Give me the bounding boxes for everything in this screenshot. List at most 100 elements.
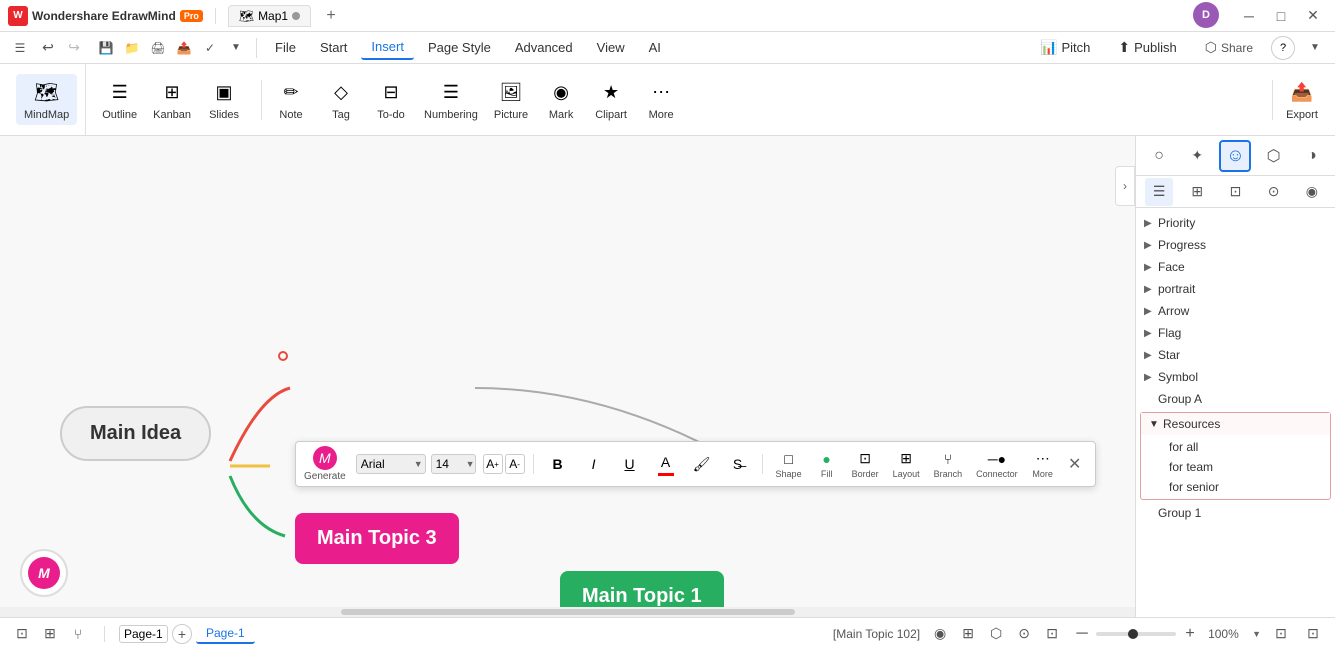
symbol-item[interactable]: ▶ Symbol xyxy=(1136,366,1335,388)
strikethrough-button[interactable]: S̶ xyxy=(722,453,754,475)
help-button[interactable]: ? xyxy=(1271,36,1295,60)
resource-for-team[interactable]: for team xyxy=(1161,457,1330,477)
shape-button[interactable]: □ Shape xyxy=(771,448,807,481)
close-toolbar-button[interactable]: ✕ xyxy=(1063,452,1087,476)
fit-icon-5[interactable]: ⊡ xyxy=(1040,622,1064,646)
menu-file[interactable]: File xyxy=(265,36,306,59)
face-item[interactable]: ▶ Face xyxy=(1136,256,1335,278)
sub-icon-circle[interactable]: ⊙ xyxy=(1260,178,1288,206)
new-tab-button[interactable]: + xyxy=(319,4,343,28)
zoom-slider-thumb[interactable] xyxy=(1128,629,1138,639)
add-page-button[interactable]: + xyxy=(172,624,192,644)
arrow-item[interactable]: ▶ Arrow xyxy=(1136,300,1335,322)
maximize-button[interactable]: □ xyxy=(1267,2,1295,30)
clipart-tool[interactable]: ★ Clipart xyxy=(586,74,636,125)
highlight-button[interactable]: 🖌 xyxy=(686,453,718,475)
more-tt-button[interactable]: ⋯ More xyxy=(1027,448,1059,481)
undo-button[interactable]: ↩ xyxy=(36,36,60,60)
export-small-button[interactable]: 📤 xyxy=(172,36,196,60)
border-button[interactable]: ⊡ Border xyxy=(847,448,884,481)
generate-button[interactable]: M Generate xyxy=(304,446,346,482)
user-avatar[interactable]: D xyxy=(1193,2,1219,28)
connector-button[interactable]: ─● Connector xyxy=(971,448,1023,481)
outline-tool[interactable]: ☰ Outline xyxy=(94,74,145,125)
star-item[interactable]: ▶ Star xyxy=(1136,344,1335,366)
page-tab-1[interactable]: Page-1 xyxy=(196,624,255,644)
mark-tool[interactable]: ◉ Mark xyxy=(536,74,586,125)
sub-icon-list[interactable]: ☰ xyxy=(1145,178,1173,206)
minimize-button[interactable]: ─ xyxy=(1235,2,1263,30)
font-color-button[interactable]: A xyxy=(650,451,682,478)
page-selector[interactable]: Page-1 xyxy=(119,625,168,643)
print-button[interactable]: 🖨 xyxy=(146,36,170,60)
collapse-panel-button[interactable]: › xyxy=(1115,166,1135,206)
menu-ai[interactable]: AI xyxy=(639,36,671,59)
more-menu-button[interactable]: ▼ xyxy=(1303,36,1327,60)
sub-icon-grid[interactable]: ⊞ xyxy=(1183,178,1211,206)
fit-icon-3[interactable]: ⬡ xyxy=(984,622,1008,646)
priority-item[interactable]: ▶ Priority xyxy=(1136,212,1335,234)
scrollbar-thumb[interactable] xyxy=(341,609,795,615)
down-arrow-button[interactable]: ▼ xyxy=(224,36,248,60)
branch-button[interactable]: ⑂ Branch xyxy=(929,448,968,481)
numbering-tool[interactable]: ☰ Numbering xyxy=(416,74,486,125)
map-tab[interactable]: 🗺 Map1 xyxy=(228,5,311,27)
redo-button[interactable]: ↪ xyxy=(62,36,86,60)
status-icon-3[interactable]: ⑂ xyxy=(66,622,90,646)
resource-for-all[interactable]: for all xyxy=(1161,437,1330,457)
sidebar-toggle[interactable]: ☰ xyxy=(8,36,32,60)
slides-tool[interactable]: ▣ Slides xyxy=(199,74,249,125)
sub-icon-eye[interactable]: ◉ xyxy=(1298,178,1326,206)
menu-advanced[interactable]: Advanced xyxy=(505,36,583,59)
fullscreen-button[interactable]: ⊡ xyxy=(1301,622,1325,646)
fit-icon-2[interactable]: ⊞ xyxy=(956,622,980,646)
flag-item[interactable]: ▶ Flag xyxy=(1136,322,1335,344)
menu-page-style[interactable]: Page Style xyxy=(418,36,501,59)
fit-icon-1[interactable]: ◉ xyxy=(928,622,952,646)
kanban-tool[interactable]: ⊞ Kanban xyxy=(145,74,199,125)
main-topic-3-node[interactable]: Main Topic 3 xyxy=(295,513,459,564)
pitch-button[interactable]: 📊 Pitch xyxy=(1030,35,1100,60)
increase-font-button[interactable]: A+ xyxy=(483,454,503,474)
main-idea-node[interactable]: Main Idea xyxy=(60,406,211,461)
menu-start[interactable]: Start xyxy=(310,36,357,59)
floating-logo[interactable]: M xyxy=(20,549,68,597)
check-button[interactable]: ✓ xyxy=(198,36,222,60)
more-tool[interactable]: ⋯ More xyxy=(636,74,686,125)
share-button[interactable]: ⬡ Share xyxy=(1195,35,1263,60)
status-icon-1[interactable]: ⊡ xyxy=(10,622,34,646)
resource-for-senior[interactable]: for senior xyxy=(1161,477,1330,497)
status-icon-2[interactable]: ⊞ xyxy=(38,622,62,646)
progress-item[interactable]: ▶ Progress xyxy=(1136,234,1335,256)
todo-tool[interactable]: ⊟ To-do xyxy=(366,74,416,125)
decrease-font-button[interactable]: A- xyxy=(505,454,525,474)
panel-icon-themes[interactable]: ⬡ xyxy=(1258,140,1290,172)
fill-button[interactable]: ● Fill xyxy=(811,448,843,481)
canvas[interactable]: Main Idea Main Topic 1 Main Topic 3 Conn… xyxy=(0,136,1135,617)
fit-icon-4[interactable]: ⊙ xyxy=(1012,622,1036,646)
panel-icon-ai[interactable]: ✦ xyxy=(1181,140,1213,172)
fit-to-window-button[interactable]: ⊡ xyxy=(1269,622,1293,646)
mindmap-tool[interactable]: 🗺 MindMap xyxy=(16,74,77,125)
horizontal-scrollbar[interactable] xyxy=(0,607,1135,617)
open-button[interactable]: 📁 xyxy=(120,36,144,60)
bold-button[interactable]: B xyxy=(542,453,574,475)
sub-icon-border[interactable]: ⊡ xyxy=(1221,178,1249,206)
export-tool[interactable]: 📤 Export xyxy=(1277,74,1327,125)
save-button[interactable]: 💾 xyxy=(94,36,118,60)
note-tool[interactable]: ✏ Note xyxy=(266,74,316,125)
italic-button[interactable]: I xyxy=(578,453,610,475)
layout-button[interactable]: ⊞ Layout xyxy=(888,448,925,481)
resources-header[interactable]: ▼ Resources xyxy=(1141,413,1330,435)
zoom-slider[interactable] xyxy=(1096,632,1176,636)
underline-button[interactable]: U xyxy=(614,453,646,475)
group-a-item[interactable]: Group A xyxy=(1136,388,1335,410)
panel-icon-time[interactable]: ◑ xyxy=(1296,140,1328,172)
picture-tool[interactable]: 🖼 Picture xyxy=(486,74,536,125)
zoom-out-button[interactable]: ─ xyxy=(1072,624,1092,644)
menu-view[interactable]: View xyxy=(587,36,635,59)
panel-icon-shapes[interactable]: ○ xyxy=(1143,140,1175,172)
panel-icon-marks[interactable]: ☺ xyxy=(1219,140,1251,172)
group-1-item[interactable]: Group 1 xyxy=(1136,502,1335,524)
menu-insert[interactable]: Insert xyxy=(361,35,414,60)
